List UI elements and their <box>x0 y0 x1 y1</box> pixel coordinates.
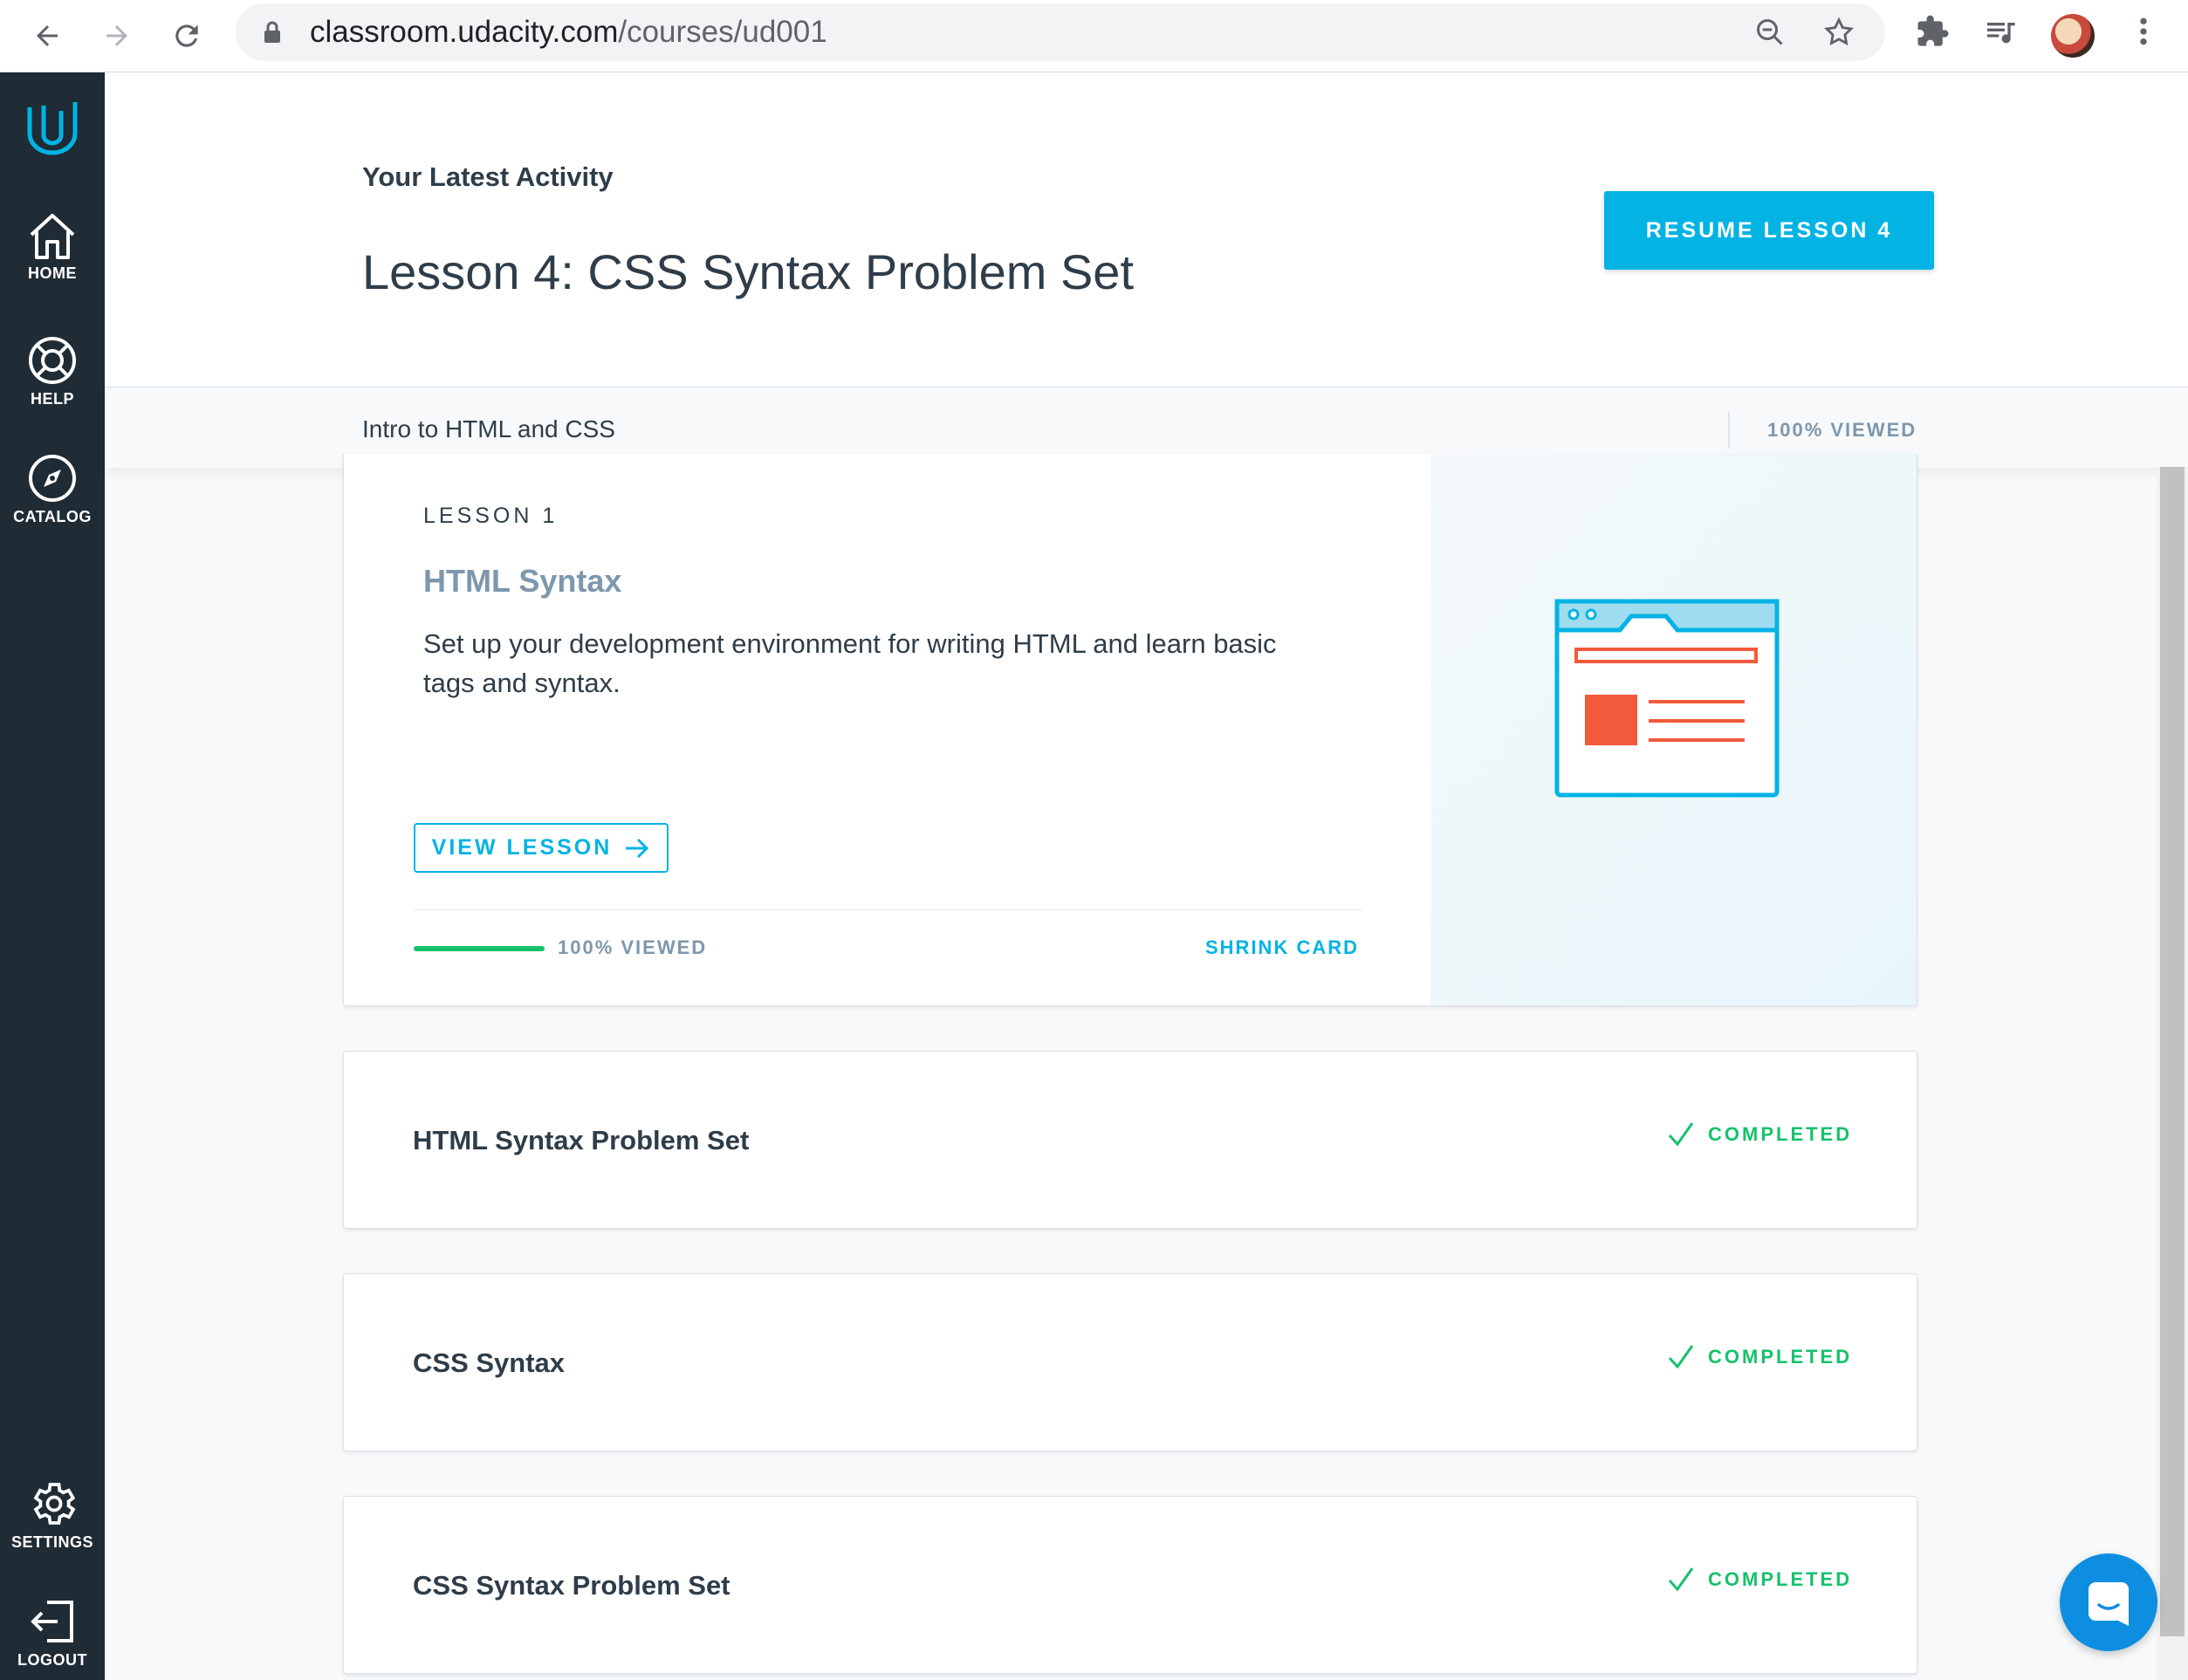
status-label: COMPLETED <box>1708 1568 1853 1590</box>
reload-icon <box>175 24 198 47</box>
lesson-progress-fill <box>414 946 545 951</box>
chat-button[interactable] <box>2060 1553 2157 1651</box>
completed-badge: COMPLETED <box>1666 1565 1852 1594</box>
lesson-number: LESSON 1 <box>423 504 559 528</box>
gear-icon <box>33 1483 76 1525</box>
forward-button[interactable] <box>93 11 141 60</box>
checkmark-icon <box>1668 1122 1694 1147</box>
udacity-logo[interactable] <box>0 99 105 156</box>
lifebuoy-icon <box>29 337 76 384</box>
lesson-card-expanded: LESSON 1 HTML Syntax Set up your develop… <box>343 454 1917 1006</box>
view-lesson-button[interactable]: VIEW LESSON <box>414 823 669 873</box>
shrink-card-button[interactable]: SHRINK CARD <box>1205 936 1359 959</box>
course-name: Intro to HTML and CSS <box>362 415 615 442</box>
completed-badge: COMPLETED <box>1666 1120 1852 1149</box>
url-text: classroom.udacity.com/courses/ud001 <box>310 15 827 49</box>
arrow-right-icon <box>106 25 127 46</box>
sidebar-item-catalog[interactable]: CATALOG <box>0 452 105 526</box>
sidebar-item-home[interactable]: HOME <box>0 212 105 283</box>
course-progress-label: 100% VIEWED <box>1767 419 1917 441</box>
browser-window-illustration <box>1554 599 1780 798</box>
compass-icon <box>29 455 76 502</box>
checkmark-icon <box>1668 1567 1694 1592</box>
scrollbar-thumb[interactable] <box>2160 467 2185 1636</box>
address-bar[interactable]: classroom.udacity.com/courses/ud001 <box>236 3 1885 61</box>
lesson-row-title: HTML Syntax Problem Set <box>413 1125 750 1155</box>
profile-avatar[interactable] <box>2051 14 2095 58</box>
view-lesson-label: VIEW LESSON <box>431 835 613 860</box>
media-queue-icon[interactable] <box>1983 14 2018 49</box>
sidebar-item-logout[interactable]: LOGOUT <box>0 1595 105 1670</box>
lock-icon <box>264 21 280 43</box>
divider <box>1728 412 1730 449</box>
sidebar-item-settings[interactable]: SETTINGS <box>0 1478 105 1552</box>
lesson-row-title: CSS Syntax Problem Set <box>413 1570 730 1601</box>
resume-lesson-button[interactable]: RESUME LESSON 4 <box>1604 191 1934 270</box>
scrollbar[interactable] <box>2157 467 2188 1680</box>
status-label: COMPLETED <box>1708 1346 1853 1368</box>
completed-badge: COMPLETED <box>1666 1342 1852 1372</box>
home-icon <box>30 214 75 259</box>
latest-lesson-title: Lesson 4: CSS Syntax Problem Set <box>362 244 1134 299</box>
logout-icon <box>31 1601 73 1642</box>
divider <box>414 909 1362 910</box>
sidebar-item-label: SETTINGS <box>10 1533 93 1551</box>
latest-activity-heading: Your Latest Activity <box>362 161 614 192</box>
status-label: COMPLETED <box>1708 1123 1853 1145</box>
back-button[interactable] <box>23 11 72 60</box>
arrow-left-icon <box>37 25 58 46</box>
lesson-row-title: CSS Syntax <box>413 1347 566 1378</box>
lesson-progress-bar <box>414 946 545 951</box>
sidebar-item-label: CATALOG <box>13 508 92 525</box>
lesson-progress-label: 100% VIEWED <box>558 936 708 958</box>
extensions-icon[interactable] <box>1916 14 1951 49</box>
sidebar: HOME HELP CATALOG SETTINGS LOGOUT <box>0 72 105 1680</box>
udacity-logo-icon <box>27 102 78 155</box>
lesson-title: HTML Syntax <box>423 563 622 599</box>
lesson-row[interactable]: CSS Syntax COMPLETED <box>343 1273 1917 1451</box>
lesson-row[interactable]: HTML Syntax Problem Set COMPLETED <box>343 1051 1917 1229</box>
zoom-out-icon[interactable] <box>1754 17 1786 48</box>
bookmark-star-icon[interactable] <box>1822 16 1855 49</box>
sidebar-item-label: LOGOUT <box>17 1651 87 1669</box>
browser-toolbar: classroom.udacity.com/courses/ud001 <box>0 0 2188 72</box>
reload-button[interactable] <box>162 11 211 60</box>
lesson-row[interactable]: CSS Syntax Problem Set COMPLETED <box>343 1496 1917 1674</box>
latest-activity-panel: Your Latest Activity Lesson 4: CSS Synta… <box>105 72 2188 387</box>
sidebar-item-label: HOME <box>28 264 77 282</box>
lesson-illustration-panel <box>1430 454 1917 1005</box>
chat-bubble-icon <box>2089 1582 2129 1626</box>
more-menu-icon[interactable] <box>2128 14 2159 49</box>
arrow-right-icon <box>626 838 649 858</box>
lesson-description: Set up your development environment for … <box>423 628 1277 698</box>
sidebar-item-label: HELP <box>30 390 74 408</box>
sidebar-item-help[interactable]: HELP <box>0 334 105 408</box>
checkmark-icon <box>1668 1345 1694 1369</box>
